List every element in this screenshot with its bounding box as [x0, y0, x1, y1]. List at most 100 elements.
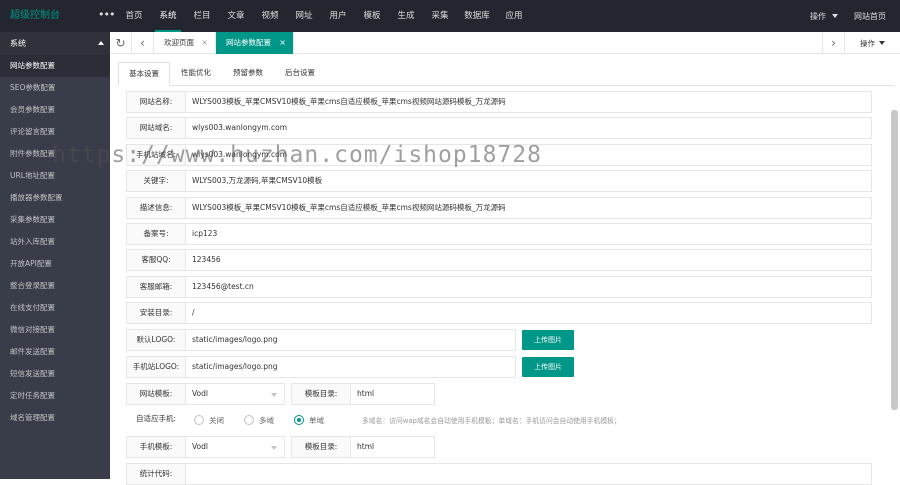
install-dir-input[interactable]: /: [186, 302, 872, 324]
nav-item-apps[interactable]: 应用: [497, 0, 531, 32]
mobile-template-select[interactable]: Vodl: [186, 436, 285, 458]
tab-basic-settings[interactable]: 基本设置: [118, 62, 170, 86]
description-input[interactable]: WLYS003模板_苹果CMSV10模板_苹果cms自适应模板_苹果cms视频网…: [186, 197, 872, 219]
sidebar-item-site-config[interactable]: 网站参数配置: [0, 55, 110, 77]
tab-performance[interactable]: 性能优化: [170, 62, 222, 86]
mobile-logo-label: 手机站LOGO:: [126, 356, 186, 378]
radio-multi-label: 多域: [259, 415, 274, 425]
tab-site-config-label: 网站参数配置: [226, 38, 271, 47]
icp-input[interactable]: icp123: [186, 223, 872, 245]
mobile-template-select-value: Vodl: [192, 442, 208, 451]
site-domain-input[interactable]: wlys003.wanlongym.com: [186, 117, 872, 139]
nav-item-home[interactable]: 首页: [117, 0, 151, 32]
logo-input[interactable]: static/images/logo.png: [186, 329, 516, 351]
close-icon[interactable]: ×: [279, 32, 286, 54]
sidebar-item-seo-config[interactable]: SEO参数配置: [0, 77, 110, 99]
sidebar-item-wechat-config[interactable]: 微信对接配置: [0, 319, 110, 341]
nav-item-category[interactable]: 栏目: [185, 0, 219, 32]
form-row-qq: 客服QQ: 123456: [126, 249, 872, 271]
sidebar-item-player-config[interactable]: 播放器参数配置: [0, 187, 110, 209]
tab-ops-menu[interactable]: 操作: [844, 32, 900, 54]
nav-item-database[interactable]: 数据库: [457, 0, 497, 32]
email-input[interactable]: 123456@test.cn: [186, 276, 872, 298]
form-row-icp: 备案号: icp123: [126, 223, 872, 245]
tab-welcome-label: 欢迎页面: [164, 38, 194, 47]
nav-item-url[interactable]: 网址: [287, 0, 321, 32]
more-menu-icon[interactable]: •••: [98, 0, 115, 30]
form-row-site-domain: 网站域名: wlys003.wanlongym.com: [126, 117, 872, 139]
form-row-description: 描述信息: WLYS003模板_苹果CMSV10模板_苹果cms自适应模板_苹果…: [126, 197, 872, 219]
chevron-right-icon[interactable]: ›: [822, 32, 844, 54]
adapt-radio-group: 关闭 多域 单域 多域名：访问wap域名会自动使用手机模板；单域名：手机访问会自…: [194, 409, 621, 431]
site-name-input[interactable]: WLYS003模板_苹果CMSV10模板_苹果cms自适应模板_苹果cms视频网…: [186, 91, 872, 113]
radio-single-label: 单域: [309, 415, 324, 425]
stats-textarea[interactable]: [186, 463, 872, 485]
form-row-stats: 统计代码:: [126, 463, 872, 485]
sidebar-item-email-config[interactable]: 邮件发送配置: [0, 341, 110, 363]
form-row-mobile-logo: 手机站LOGO: static/images/logo.png: [126, 356, 516, 378]
chevron-down-icon: [271, 446, 277, 450]
sidebar-item-comment-config[interactable]: 评论留言配置: [0, 121, 110, 143]
radio-multi-circle: [244, 415, 254, 425]
site-domain-label: 网站域名:: [126, 117, 186, 139]
mobile-logo-input[interactable]: static/images/logo.png: [186, 356, 516, 378]
nav-item-system[interactable]: 系统: [151, 0, 185, 32]
refresh-icon[interactable]: ↻: [110, 32, 132, 54]
adapt-hint: 多域名：访问wap域名会自动使用手机模板；单域名：手机访问会自动使用手机模板；: [362, 417, 621, 425]
radio-off-label: 关闭: [209, 415, 224, 425]
sidebar-item-domain-config[interactable]: 域名管理配置: [0, 407, 110, 429]
radio-off-circle: [194, 415, 204, 425]
template-select[interactable]: Vodl: [186, 383, 285, 405]
sidebar-item-login-config[interactable]: 整合登录配置: [0, 275, 110, 297]
nav-item-template[interactable]: 模板: [355, 0, 389, 32]
top-bar: 超级控制台 ••• 首页 系统 栏目 文章 视频 网址 用户 模板 生成 采集 …: [0, 0, 900, 32]
mobile-template-dir-input[interactable]: html: [351, 436, 435, 458]
chevron-left-icon[interactable]: ‹: [132, 32, 154, 54]
nav-item-article[interactable]: 文章: [219, 0, 253, 32]
nav-item-generate[interactable]: 生成: [389, 0, 423, 32]
icp-label: 备案号:: [126, 223, 186, 245]
tab-admin-settings[interactable]: 后台设置: [274, 62, 326, 86]
chevron-up-icon: [98, 41, 104, 45]
top-right: 操作 网站首页: [810, 0, 900, 32]
tab-reserved-params[interactable]: 预留参数: [222, 62, 274, 86]
form-row-template: 网站模板: Vodl 模板目录: html: [126, 383, 435, 405]
email-label: 客服邮箱:: [126, 276, 186, 298]
mobile-template-label: 手机模板:: [126, 436, 186, 458]
top-ops-menu[interactable]: 操作: [810, 11, 838, 22]
radio-off[interactable]: 关闭: [194, 415, 224, 426]
tab-site-config[interactable]: 网站参数配置 ×: [216, 32, 294, 54]
upload-logo-button[interactable]: 上传图片: [522, 330, 574, 350]
radio-multi-domain[interactable]: 多域: [244, 415, 274, 426]
sidebar-item-api-config[interactable]: 开放API配置: [0, 253, 110, 275]
sidebar-item-collect-config[interactable]: 采集参数配置: [0, 209, 110, 231]
tab-ops-label: 操作: [860, 38, 875, 48]
sidebar-item-import-config[interactable]: 站外入库配置: [0, 231, 110, 253]
brand-logo[interactable]: 超级控制台: [10, 0, 60, 32]
site-home-link[interactable]: 网站首页: [854, 11, 886, 22]
chevron-down-icon: [271, 393, 277, 397]
form-row-email: 客服邮箱: 123456@test.cn: [126, 276, 872, 298]
sidebar-item-member-config[interactable]: 会员参数配置: [0, 99, 110, 121]
sidebar-header[interactable]: 系统: [0, 32, 110, 55]
watermark: https://www.huzhan.com/ishop18728: [52, 142, 542, 168]
scrollbar[interactable]: [891, 110, 898, 410]
nav-item-video[interactable]: 视频: [253, 0, 287, 32]
close-icon[interactable]: ×: [201, 32, 208, 54]
nav-item-user[interactable]: 用户: [321, 0, 355, 32]
radio-single-domain[interactable]: 单域: [294, 415, 324, 426]
keywords-input[interactable]: WLYS003,万龙源码,苹果CMSV10模板: [186, 170, 872, 192]
form-row-keywords: 关键字: WLYS003,万龙源码,苹果CMSV10模板: [126, 170, 872, 192]
qq-input[interactable]: 123456: [186, 249, 872, 271]
sidebar-item-sms-config[interactable]: 短信发送配置: [0, 363, 110, 385]
sidebar-item-url-config[interactable]: URL地址配置: [0, 165, 110, 187]
sidebar-item-timer-config[interactable]: 定时任务配置: [0, 385, 110, 407]
settings-tabs: 基本设置 性能优化 预留参数 后台设置: [118, 62, 894, 86]
template-dir-input[interactable]: html: [351, 383, 435, 405]
sidebar-item-pay-config[interactable]: 在线支付配置: [0, 297, 110, 319]
nav-item-collect[interactable]: 采集: [423, 0, 457, 32]
form-row-site-name: 网站名称: WLYS003模板_苹果CMSV10模板_苹果cms自适应模板_苹果…: [126, 91, 872, 113]
chevron-down-icon: [879, 41, 885, 45]
upload-mobile-logo-button[interactable]: 上传图片: [522, 357, 574, 377]
tab-welcome[interactable]: 欢迎页面 ×: [154, 32, 216, 54]
